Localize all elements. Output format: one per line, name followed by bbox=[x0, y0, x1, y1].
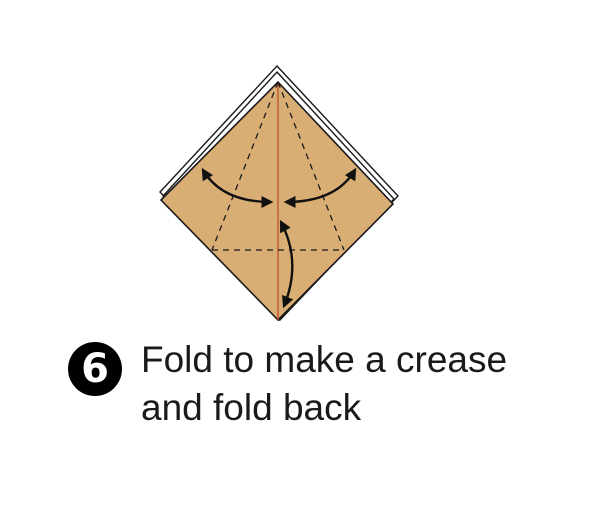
step-instruction: 6 Fold to make a crease and fold back bbox=[68, 336, 588, 446]
origami-instruction-page: 6 Fold to make a crease and fold back bbox=[0, 0, 608, 510]
step-text: Fold to make a crease and fold back bbox=[141, 336, 507, 432]
step-number-badge: 6 bbox=[68, 342, 122, 396]
step-text-line-2: and fold back bbox=[141, 387, 362, 428]
origami-fold-diagram bbox=[159, 64, 399, 322]
step-text-line-1: Fold to make a crease bbox=[141, 339, 508, 380]
paper-diamond bbox=[159, 80, 395, 322]
